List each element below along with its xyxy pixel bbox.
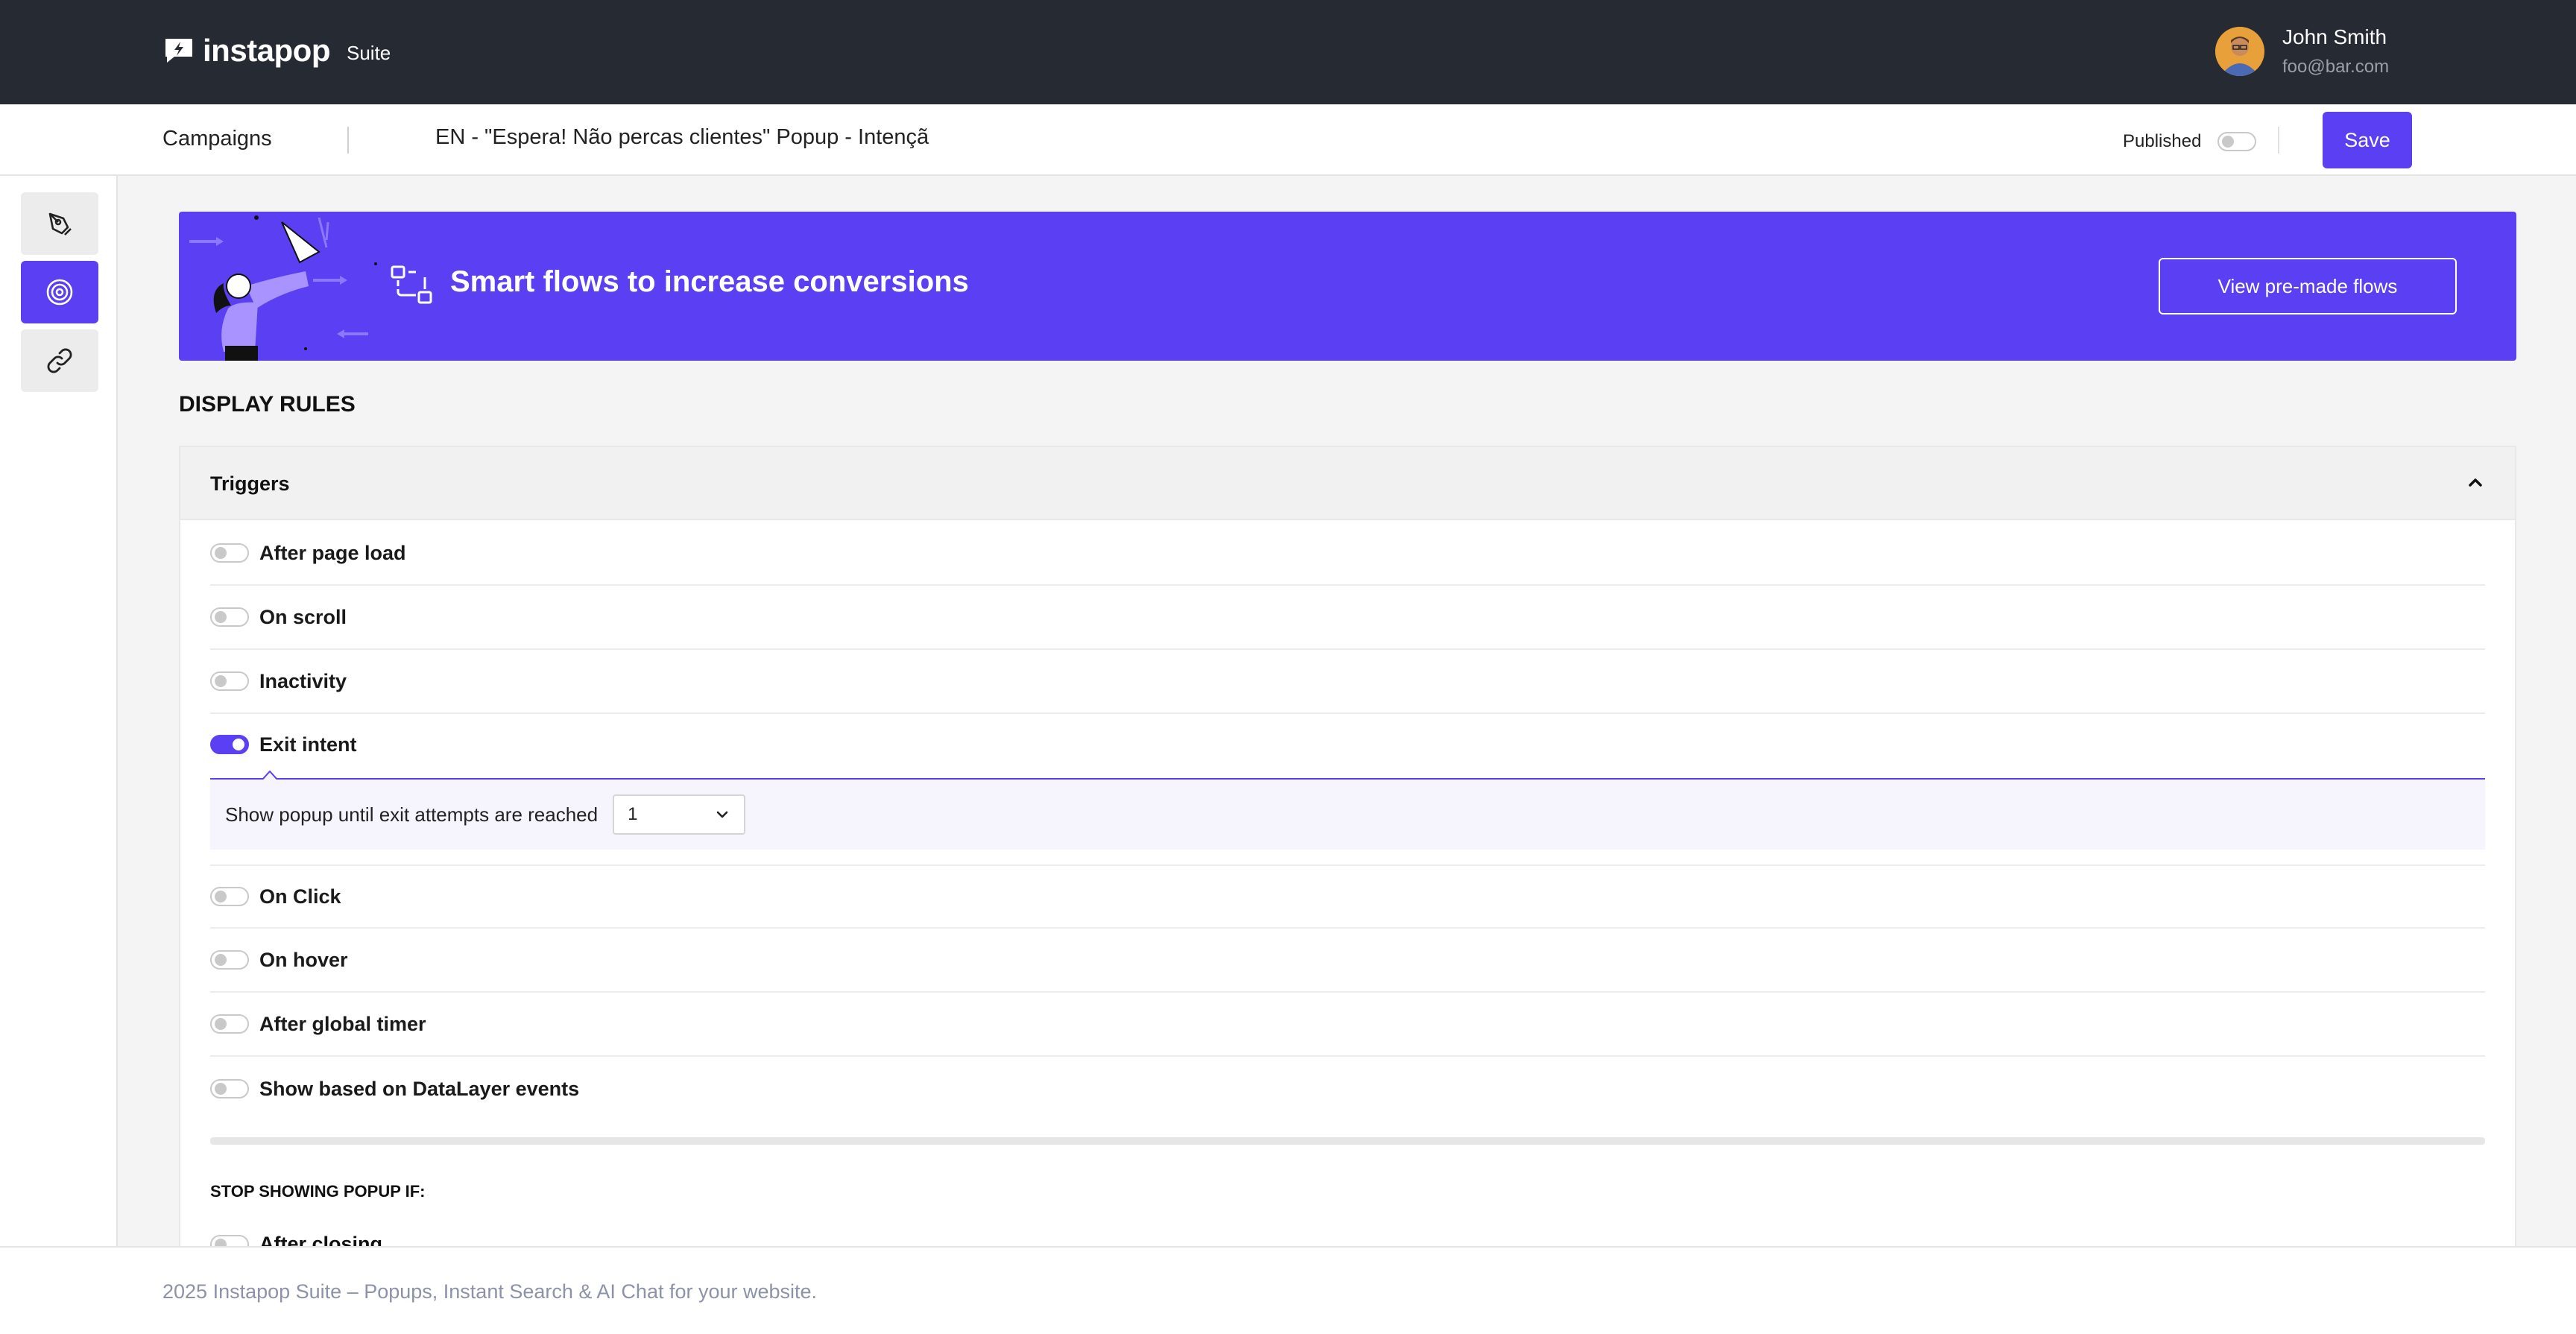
view-premade-flows-button[interactable]: View pre-made flows xyxy=(2159,258,2457,314)
pen-tool-icon xyxy=(48,212,72,235)
campaign-name-field[interactable]: EN - "Espera! Não percas clientes" Popup… xyxy=(435,125,933,150)
trigger-label: Exit intent xyxy=(259,733,357,756)
trigger-toggle[interactable] xyxy=(210,735,249,754)
trigger-toggle[interactable] xyxy=(210,1079,249,1099)
trigger-label: Show based on DataLayer events xyxy=(259,1077,580,1100)
stop-rule-row: After closing xyxy=(210,1233,382,1246)
target-icon xyxy=(46,279,73,306)
trigger-toggle[interactable] xyxy=(210,1014,249,1034)
published-label: Published xyxy=(2123,131,2202,151)
trigger-row: After global timer xyxy=(210,993,2485,1057)
footer: 2025 Instapop Suite – Popups, Instant Se… xyxy=(0,1246,2576,1334)
brand-suffix: Suite xyxy=(347,41,391,64)
campaign-toolbar: Campaigns EN - "Espera! Não percas clien… xyxy=(0,104,2576,176)
trigger-label: Inactivity xyxy=(259,669,347,692)
logo[interactable]: instapop Suite xyxy=(162,33,391,69)
user-name: John Smith xyxy=(2282,25,2387,48)
breadcrumb-campaigns[interactable]: Campaigns xyxy=(162,127,272,151)
trigger-row: On Click xyxy=(210,864,2485,929)
breadcrumb-divider xyxy=(347,127,349,154)
editor-sidebar xyxy=(0,176,118,1246)
exit-intent-settings: Show popup until exit attempts are reach… xyxy=(210,771,2485,850)
sidebar-item-integrations[interactable] xyxy=(21,329,98,392)
chevron-up-icon[interactable] xyxy=(2466,472,2485,492)
trigger-toggle[interactable] xyxy=(210,887,249,906)
toolbar-divider xyxy=(2278,127,2279,154)
link-icon xyxy=(47,348,72,373)
trigger-row: Inactivity xyxy=(210,650,2485,714)
section-divider xyxy=(210,1137,2485,1145)
footer-copyright: 2025 Instapop Suite – Popups, Instant Se… xyxy=(162,1280,818,1303)
trigger-row: On hover xyxy=(210,929,2485,993)
exit-attempts-select[interactable]: 1 xyxy=(613,794,746,835)
trigger-label: On hover xyxy=(259,948,348,971)
trigger-row: On scroll xyxy=(210,586,2485,650)
triggers-panel: Triggers After page load On scroll Inact… xyxy=(179,446,2516,1246)
smart-flows-banner: Smart flows to increase conversions View… xyxy=(179,212,2516,361)
sidebar-item-design[interactable] xyxy=(21,192,98,255)
avatar-image xyxy=(2215,27,2264,76)
published-toggle-group: Published xyxy=(2123,131,2257,152)
exit-attempts-value: 1 xyxy=(628,804,638,824)
flow-icon xyxy=(391,265,432,304)
display-rules-heading: DISPLAY RULES xyxy=(179,392,356,417)
user-email: foo@bar.com xyxy=(2282,57,2390,77)
instapop-logo-icon xyxy=(165,39,192,63)
user-menu[interactable]: John Smith foo@bar.com xyxy=(2215,25,2389,78)
trigger-toggle[interactable] xyxy=(210,607,249,627)
top-bar: instapop Suite John Smith foo@bar.com xyxy=(0,0,2576,104)
trigger-toggle[interactable] xyxy=(210,950,249,970)
save-button[interactable]: Save xyxy=(2323,112,2412,168)
trigger-toggle[interactable] xyxy=(210,543,249,563)
trigger-row: After page load xyxy=(210,522,2485,586)
stop-rule-toggle[interactable] xyxy=(210,1234,249,1246)
triggers-accordion-header[interactable]: Triggers xyxy=(180,447,2515,520)
published-toggle[interactable] xyxy=(2217,132,2257,151)
avatar[interactable] xyxy=(2215,27,2264,76)
trigger-toggle[interactable] xyxy=(210,671,249,691)
trigger-label: After page load xyxy=(259,541,406,564)
trigger-row: Show based on DataLayer events xyxy=(210,1057,2485,1121)
stop-rule-label: After closing xyxy=(259,1233,383,1246)
sidebar-item-targeting[interactable] xyxy=(21,261,98,323)
trigger-label: On Click xyxy=(259,885,341,908)
banner-title: Smart flows to increase conversions xyxy=(450,265,969,298)
exit-attempts-label: Show popup until exit attempts are reach… xyxy=(225,803,599,826)
megaphone-illustration xyxy=(189,215,377,361)
trigger-row: Exit intent xyxy=(210,712,2485,777)
stop-showing-heading: STOP SHOWING POPUP IF: xyxy=(210,1182,426,1201)
trigger-label: After global timer xyxy=(259,1012,426,1035)
brand-name: instapop xyxy=(203,33,331,68)
chevron-down-icon xyxy=(716,811,728,818)
pointer-notch xyxy=(262,771,277,780)
triggers-title: Triggers xyxy=(210,472,290,495)
trigger-label: On scroll xyxy=(259,605,347,628)
